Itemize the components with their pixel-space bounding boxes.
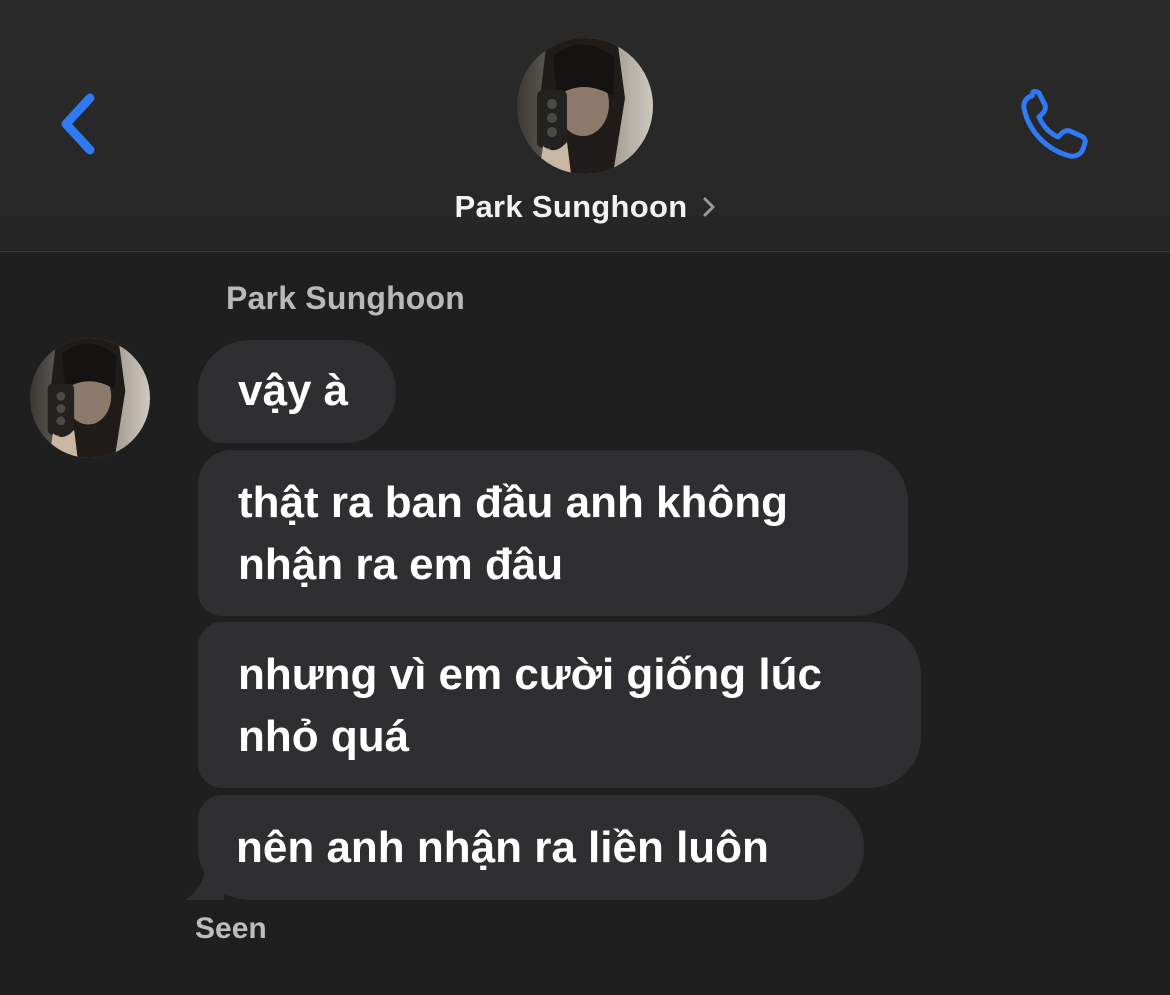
sender-avatar[interactable] bbox=[30, 338, 150, 458]
contact-name: Park Sunghoon bbox=[454, 189, 688, 224]
message-bubble[interactable]: thật ra ban đầu anh không nhận ra em đâu bbox=[198, 450, 908, 616]
phone-icon bbox=[1021, 89, 1088, 159]
avatar-photo bbox=[30, 338, 150, 458]
message-bubble[interactable]: vậy à bbox=[198, 340, 396, 443]
chat-header: Park Sunghoon bbox=[0, 0, 1170, 252]
message-text-line: nhỏ quá bbox=[238, 712, 410, 761]
back-button[interactable] bbox=[52, 86, 108, 162]
message-text: vậy à bbox=[238, 366, 349, 415]
avatar-photo bbox=[517, 38, 653, 174]
message-text-line: nhận ra em đâu bbox=[238, 540, 564, 589]
seen-status: Seen bbox=[195, 912, 267, 945]
contact-name-row[interactable]: Park Sunghoon bbox=[0, 186, 1170, 228]
call-button[interactable] bbox=[1014, 88, 1098, 164]
message-text-line: nhưng vì em cười giống lúc bbox=[238, 650, 822, 699]
sender-label: Park Sunghoon bbox=[226, 280, 466, 316]
chevron-right-icon bbox=[703, 197, 715, 217]
message-bubble[interactable]: nên anh nhận ra liền luôn bbox=[198, 795, 864, 900]
contact-avatar[interactable] bbox=[517, 38, 653, 174]
message-text-line: thật ra ban đầu anh không bbox=[238, 478, 789, 527]
message-bubble[interactable]: nhưng vì em cười giống lúc nhỏ quá bbox=[198, 622, 921, 788]
chat-screen: Park Sunghoon Park Sunghoon vậy à thật r… bbox=[0, 0, 1170, 995]
chevron-left-icon bbox=[61, 93, 95, 155]
message-text: nên anh nhận ra liền luôn bbox=[236, 823, 769, 872]
